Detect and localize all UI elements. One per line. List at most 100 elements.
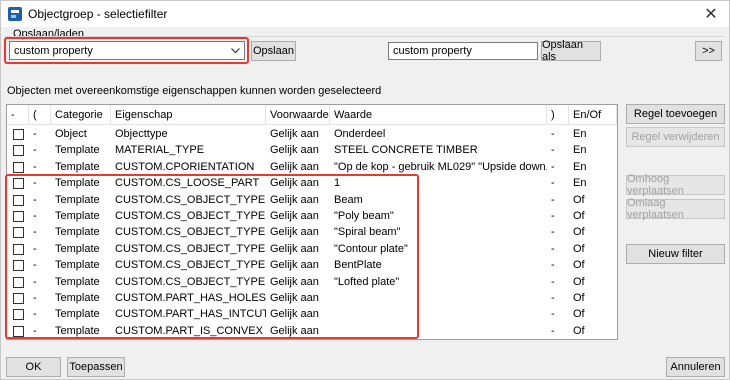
condition-cell[interactable]: Gelijk aan: [266, 175, 330, 191]
chevron-down-icon[interactable]: [229, 44, 241, 57]
category-cell[interactable]: Template: [51, 306, 111, 322]
category-cell[interactable]: Template: [51, 323, 111, 339]
property-cell[interactable]: Objecttype: [111, 126, 266, 142]
move-up-button[interactable]: Omhoog verplaatsen: [626, 173, 725, 197]
condition-cell[interactable]: Gelijk aan: [266, 142, 330, 158]
close-paren-cell[interactable]: -: [547, 142, 569, 158]
close-paren-cell[interactable]: -: [547, 257, 569, 273]
property-cell[interactable]: CUSTOM.PART_HAS_HOLES: [111, 290, 266, 306]
property-cell[interactable]: CUSTOM.PART_IS_CONVEX: [111, 323, 266, 339]
column-header[interactable]: Voorwaarde: [266, 105, 330, 125]
category-cell[interactable]: Template: [51, 208, 111, 224]
close-paren-cell[interactable]: -: [547, 126, 569, 142]
andor-cell[interactable]: Of: [569, 306, 617, 322]
value-cell[interactable]: 1: [330, 175, 547, 191]
remove-row-button[interactable]: Regel verwijderen: [626, 127, 725, 147]
andor-cell[interactable]: En: [569, 142, 617, 158]
row-checkbox[interactable]: [13, 243, 24, 255]
category-cell[interactable]: Template: [51, 159, 111, 175]
minus-cell[interactable]: -: [29, 175, 51, 191]
condition-cell[interactable]: Gelijk aan: [266, 257, 330, 273]
column-header[interactable]: Categorie: [51, 105, 111, 125]
condition-cell[interactable]: Gelijk aan: [266, 274, 330, 290]
category-cell[interactable]: Template: [51, 192, 111, 208]
property-cell[interactable]: CUSTOM.CS_OBJECT_TYPE: [111, 257, 266, 273]
minus-cell[interactable]: -: [29, 306, 51, 322]
value-cell[interactable]: "Contour plate": [330, 241, 547, 257]
table-row[interactable]: - Template CUSTOM.CS_OBJECT_TYPE Gelijk aan…: [7, 208, 617, 225]
column-header[interactable]: ): [547, 105, 569, 125]
condition-cell[interactable]: Gelijk aan: [266, 323, 330, 339]
column-header[interactable]: (: [29, 105, 51, 125]
close-paren-cell[interactable]: -: [547, 274, 569, 290]
andor-cell[interactable]: En: [569, 175, 617, 191]
save-as-name-field[interactable]: custom property: [388, 42, 538, 60]
minus-cell[interactable]: -: [29, 224, 51, 240]
category-cell[interactable]: Template: [51, 142, 111, 158]
column-header[interactable]: En/Of: [569, 105, 617, 125]
save-button[interactable]: Opslaan: [251, 41, 296, 61]
close-paren-cell[interactable]: -: [547, 306, 569, 322]
table-row[interactable]: - Template MATERIAL_TYPE Gelijk aan STEEL CO…: [7, 142, 617, 159]
table-row[interactable]: - Template CUSTOM.CS_OBJECT_TYPE Gelijk aan…: [7, 224, 617, 241]
property-cell[interactable]: CUSTOM.CS_OBJECT_TYPE: [111, 208, 266, 224]
value-cell[interactable]: "Op de kop - gebruik ML029" "Upside down…: [330, 159, 547, 175]
value-cell[interactable]: "Poly beam": [330, 208, 547, 224]
category-cell[interactable]: Template: [51, 257, 111, 273]
value-cell[interactable]: Beam: [330, 192, 547, 208]
cancel-button[interactable]: Annuleren: [666, 357, 725, 377]
row-checkbox[interactable]: [13, 211, 24, 222]
saved-settings-combo[interactable]: custom property: [9, 41, 245, 60]
andor-cell[interactable]: Of: [569, 192, 617, 208]
table-row[interactable]: - Template CUSTOM.CS_LOOSE_PART Gelijk aan 1…: [7, 175, 617, 192]
table-row[interactable]: - Template CUSTOM.PART_HAS_INTCUTS Gelijk a…: [7, 306, 617, 323]
andor-cell[interactable]: Of: [569, 323, 617, 339]
andor-cell[interactable]: Of: [569, 208, 617, 224]
category-cell[interactable]: Object: [51, 126, 111, 142]
row-checkbox[interactable]: [13, 276, 24, 288]
value-cell[interactable]: [330, 323, 547, 339]
row-checkbox[interactable]: [13, 293, 24, 304]
value-cell[interactable]: "Lofted plate": [330, 274, 547, 290]
condition-cell[interactable]: Gelijk aan: [266, 126, 330, 142]
minus-cell[interactable]: -: [29, 323, 51, 339]
minus-cell[interactable]: -: [29, 208, 51, 224]
property-cell[interactable]: MATERIAL_TYPE: [111, 142, 266, 158]
column-header[interactable]: -: [7, 105, 29, 125]
close-paren-cell[interactable]: -: [547, 323, 569, 339]
value-cell[interactable]: STEEL CONCRETE TIMBER: [330, 142, 547, 158]
condition-cell[interactable]: Gelijk aan: [266, 306, 330, 322]
value-cell[interactable]: "Spiral beam": [330, 224, 547, 240]
new-filter-button[interactable]: Nieuw filter: [626, 244, 725, 264]
condition-cell[interactable]: Gelijk aan: [266, 208, 330, 224]
close-icon[interactable]: ✕: [701, 4, 721, 24]
close-paren-cell[interactable]: -: [547, 159, 569, 175]
condition-cell[interactable]: Gelijk aan: [266, 290, 330, 306]
row-checkbox[interactable]: [13, 227, 24, 239]
andor-cell[interactable]: Of: [569, 241, 617, 257]
category-cell[interactable]: Template: [51, 274, 111, 290]
row-checkbox[interactable]: [13, 194, 24, 206]
close-paren-cell[interactable]: -: [547, 224, 569, 240]
category-cell[interactable]: Template: [51, 241, 111, 257]
row-checkbox[interactable]: [13, 161, 24, 173]
condition-cell[interactable]: Gelijk aan: [266, 241, 330, 257]
table-row[interactable]: - Template CUSTOM.PART_HAS_HOLES Gelijk aan…: [7, 290, 617, 307]
value-cell[interactable]: [330, 290, 547, 306]
condition-cell[interactable]: Gelijk aan: [266, 159, 330, 175]
table-row[interactable]: - Object Objecttype Gelijk aan Onderdeel - En: [7, 126, 617, 143]
minus-cell[interactable]: -: [29, 290, 51, 306]
row-checkbox[interactable]: [13, 260, 24, 272]
andor-cell[interactable]: Of: [569, 257, 617, 273]
property-cell[interactable]: CUSTOM.CS_OBJECT_TYPE: [111, 241, 266, 257]
table-row[interactable]: - Template CUSTOM.CS_OBJECT_TYPE Gelijk aan…: [7, 257, 617, 274]
row-checkbox[interactable]: [13, 145, 24, 157]
property-cell[interactable]: CUSTOM.CPORIENTATION: [111, 159, 266, 175]
row-checkbox[interactable]: [13, 325, 24, 337]
andor-cell[interactable]: En: [569, 159, 617, 175]
condition-cell[interactable]: Gelijk aan: [266, 224, 330, 240]
row-checkbox[interactable]: [13, 309, 24, 321]
table-row[interactable]: - Template CUSTOM.CS_OBJECT_TYPE Gelijk aan…: [7, 274, 617, 291]
minus-cell[interactable]: -: [29, 159, 51, 175]
minus-cell[interactable]: -: [29, 142, 51, 158]
